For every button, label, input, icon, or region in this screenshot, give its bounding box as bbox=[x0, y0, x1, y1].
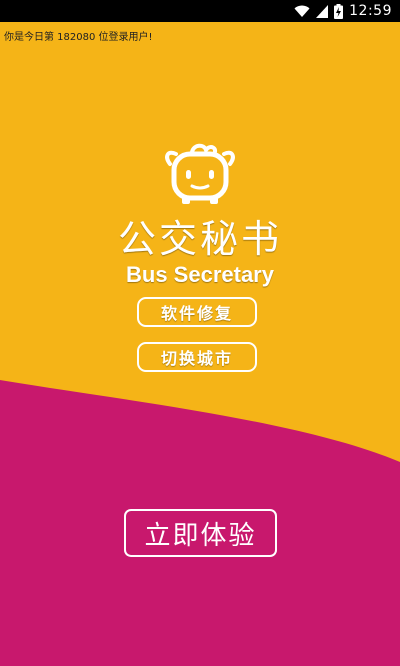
splash-screen: 12:59 你是今日第 182080 位登录用户! 公交秘书 Bus Secre… bbox=[0, 0, 400, 666]
try-now-button[interactable]: 立即体验 bbox=[124, 509, 277, 557]
magenta-wave-background bbox=[0, 380, 400, 666]
wifi-icon bbox=[294, 5, 310, 18]
software-repair-button[interactable]: 软件修复 bbox=[137, 297, 257, 327]
login-count-text: 你是今日第 182080 位登录用户! bbox=[4, 32, 153, 43]
signal-icon bbox=[316, 4, 329, 18]
status-bar: 12:59 bbox=[0, 0, 400, 22]
battery-icon bbox=[334, 3, 344, 19]
app-title: 公交秘书 bbox=[117, 217, 282, 261]
switch-city-button[interactable]: 切换城市 bbox=[137, 342, 257, 372]
app-subtitle: Bus Secretary bbox=[126, 262, 274, 287]
bus-mascot-icon bbox=[165, 143, 235, 204]
status-time: 12:59 bbox=[349, 3, 392, 19]
